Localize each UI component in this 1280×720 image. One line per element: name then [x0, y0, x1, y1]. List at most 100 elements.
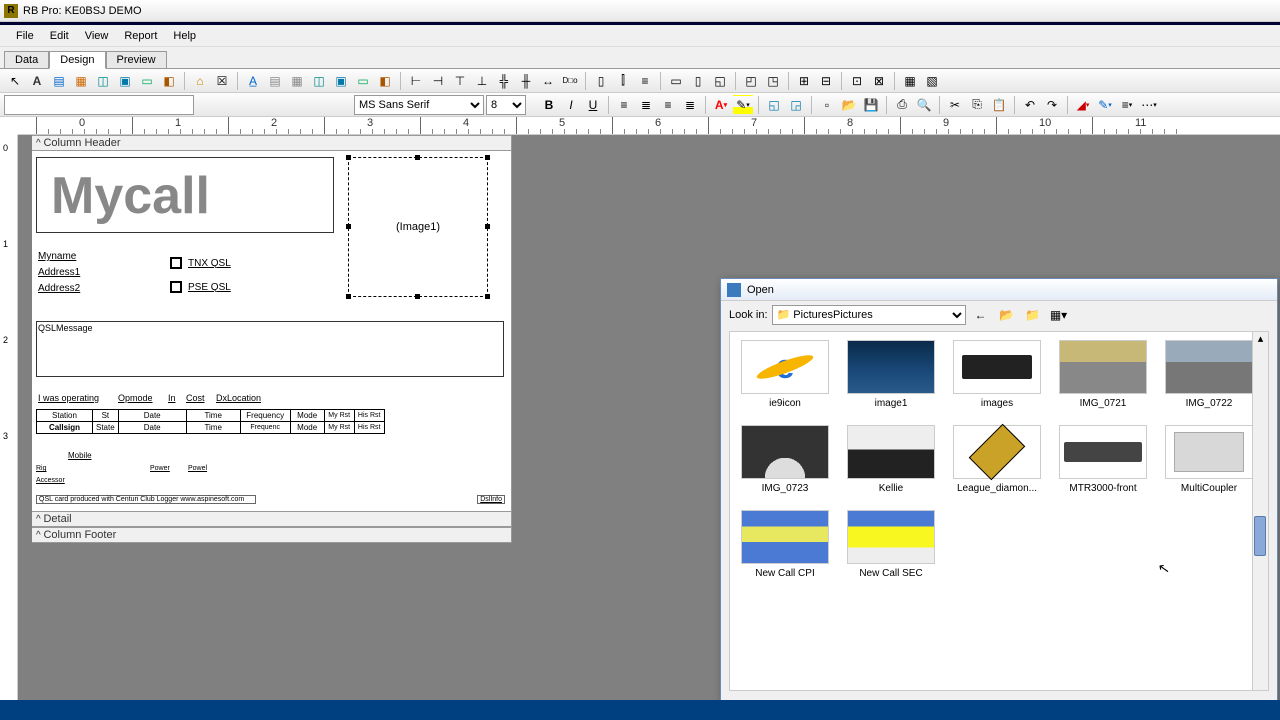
- powel-label[interactable]: Powel: [188, 465, 207, 472]
- shape-icon[interactable]: ◧: [159, 71, 179, 91]
- dbtext-icon[interactable]: A̲: [243, 71, 263, 91]
- unlock-icon[interactable]: ▧: [922, 71, 942, 91]
- underline-icon[interactable]: U: [583, 95, 603, 115]
- operating-label[interactable]: I was operating: [38, 393, 99, 403]
- menu-report[interactable]: Report: [116, 28, 165, 44]
- dslinfo-label[interactable]: DslInfo: [477, 495, 505, 504]
- highlight-icon[interactable]: ✎▾: [733, 95, 753, 115]
- image-icon[interactable]: ▭: [137, 71, 157, 91]
- dbcalc-icon[interactable]: ◫: [309, 71, 329, 91]
- qslmessage-box[interactable]: QSLMessage: [36, 321, 504, 377]
- align-top-icon[interactable]: ⊥: [472, 71, 492, 91]
- same-w-icon[interactable]: ≡: [635, 71, 655, 91]
- section-column-footer[interactable]: ^ Column Footer: [32, 527, 511, 543]
- dbmemo-icon[interactable]: ▤: [265, 71, 285, 91]
- align-left-icon[interactable]: ⊢: [406, 71, 426, 91]
- in-label[interactable]: In: [168, 393, 176, 403]
- sys-icon[interactable]: ◫: [93, 71, 113, 91]
- zoom-icon[interactable]: ⊡: [847, 71, 867, 91]
- justify-left-icon[interactable]: ≡: [614, 95, 634, 115]
- print-icon[interactable]: ⎙: [892, 95, 912, 115]
- font-color-icon[interactable]: A▾: [711, 95, 731, 115]
- align-center-h-icon[interactable]: ⊣: [428, 71, 448, 91]
- tnx-checkbox[interactable]: TNX QSL: [170, 257, 231, 269]
- dxloc-label[interactable]: DxLocation: [216, 393, 261, 403]
- power-label[interactable]: Power: [150, 465, 170, 472]
- line-style-icon[interactable]: ⋯▾: [1139, 95, 1159, 115]
- dbimage-icon[interactable]: ▣: [331, 71, 351, 91]
- address2-field[interactable]: Address2: [38, 283, 80, 294]
- justify-center-icon[interactable]: ≣: [636, 95, 656, 115]
- preview-icon[interactable]: 🔍: [914, 95, 934, 115]
- log-table[interactable]: Station St Date Time Frequency Mode My R…: [36, 409, 385, 434]
- line-color-icon[interactable]: ✎▾: [1095, 95, 1115, 115]
- file-item[interactable]: IMG_0721: [1056, 340, 1150, 409]
- grid-icon[interactable]: ⊟: [816, 71, 836, 91]
- justify-right-icon[interactable]: ≡: [658, 95, 678, 115]
- section-column-header[interactable]: ^ Column Header: [32, 135, 511, 151]
- file-item[interactable]: MultiCoupler: [1162, 425, 1256, 494]
- scrollbar[interactable]: ▴: [1252, 332, 1268, 690]
- new-icon[interactable]: ▫: [817, 95, 837, 115]
- scroll-thumb[interactable]: [1254, 516, 1266, 556]
- nudge-l-icon[interactable]: ◰: [741, 71, 761, 91]
- space-h-icon[interactable]: ↔: [538, 71, 558, 91]
- myname-field[interactable]: Myname: [38, 251, 76, 262]
- menu-file[interactable]: File: [8, 28, 42, 44]
- paste-icon[interactable]: 📋: [989, 95, 1009, 115]
- nudge-r-icon[interactable]: ◳: [763, 71, 783, 91]
- var-icon[interactable]: ▣: [115, 71, 135, 91]
- open-icon[interactable]: 📂: [839, 95, 859, 115]
- undo-icon[interactable]: ↶: [1020, 95, 1040, 115]
- new-folder-icon[interactable]: 📁: [1023, 305, 1043, 325]
- file-item[interactable]: League_diamon...: [950, 425, 1044, 494]
- section-detail[interactable]: ^ Detail: [32, 511, 511, 527]
- up-icon[interactable]: 📂: [997, 305, 1017, 325]
- dbrich-icon[interactable]: ▦: [287, 71, 307, 91]
- dbbar-icon[interactable]: ▭: [353, 71, 373, 91]
- menu-edit[interactable]: Edit: [42, 28, 77, 44]
- dialog-title-bar[interactable]: Open: [721, 279, 1277, 301]
- copy-icon[interactable]: ⎘: [967, 95, 987, 115]
- align-bottom-icon[interactable]: ╫: [516, 71, 536, 91]
- file-item[interactable]: New Call CPI: [738, 510, 832, 579]
- group-icon[interactable]: ▭: [666, 71, 686, 91]
- file-item[interactable]: IMG_0723: [738, 425, 832, 494]
- ungroup-icon[interactable]: ▯: [688, 71, 708, 91]
- db-icon[interactable]: ⌂: [190, 71, 210, 91]
- pointer-icon[interactable]: ↖: [5, 71, 25, 91]
- tab-data[interactable]: Data: [4, 51, 49, 69]
- center-h-icon[interactable]: ▯: [591, 71, 611, 91]
- front-icon[interactable]: ◱: [710, 71, 730, 91]
- footer-credit[interactable]: QSL card produced with Centuri Club Logg…: [36, 495, 256, 504]
- menu-help[interactable]: Help: [165, 28, 204, 44]
- justify-full-icon[interactable]: ≣: [680, 95, 700, 115]
- mobile-label[interactable]: Mobile: [68, 451, 92, 460]
- redo-icon[interactable]: ↷: [1042, 95, 1062, 115]
- align-right-icon[interactable]: ⊤: [450, 71, 470, 91]
- font-size-select[interactable]: 8: [486, 95, 526, 115]
- fit-icon[interactable]: ⊠: [869, 71, 889, 91]
- fill-color-icon[interactable]: ◢▾: [1073, 95, 1093, 115]
- tab-design[interactable]: Design: [49, 51, 105, 69]
- back-icon[interactable]: ←: [971, 305, 991, 325]
- dbcheck-icon[interactable]: ◧: [375, 71, 395, 91]
- address1-field[interactable]: Address1: [38, 267, 80, 278]
- line-weight-icon[interactable]: ≡▾: [1117, 95, 1137, 115]
- file-item[interactable]: images: [950, 340, 1044, 409]
- view-menu-icon[interactable]: ▦▾: [1049, 305, 1069, 325]
- object-name-input[interactable]: [4, 95, 194, 115]
- image-placeholder[interactable]: (Image1): [348, 157, 488, 297]
- file-item[interactable]: eie9icon: [738, 340, 832, 409]
- italic-icon[interactable]: I: [561, 95, 581, 115]
- rig-label[interactable]: Rig: [36, 465, 47, 472]
- bold-icon[interactable]: B: [539, 95, 559, 115]
- snap-icon[interactable]: ⊞: [794, 71, 814, 91]
- file-item[interactable]: IMG_0722: [1162, 340, 1256, 409]
- align-middle-icon[interactable]: ╬: [494, 71, 514, 91]
- file-item[interactable]: MTR3000-front: [1056, 425, 1150, 494]
- file-item[interactable]: New Call SEC: [844, 510, 938, 579]
- memo-icon[interactable]: ▤: [49, 71, 69, 91]
- rich-icon[interactable]: ▦: [71, 71, 91, 91]
- bring-front-icon[interactable]: ◱: [764, 95, 784, 115]
